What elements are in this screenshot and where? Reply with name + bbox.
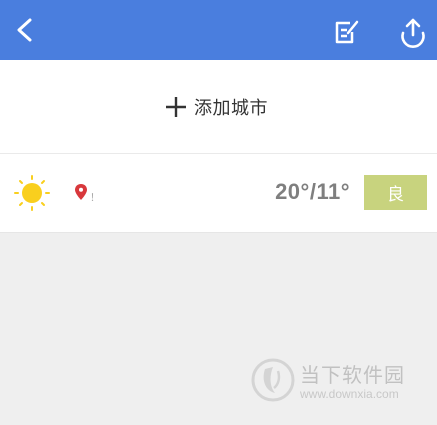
watermark-url: www.downxia.com (300, 387, 399, 401)
back-chevron-icon[interactable] (10, 14, 40, 46)
city-weather-card[interactable]: ！ 20°/11° 良 (0, 154, 437, 233)
share-upload-icon[interactable] (396, 15, 430, 49)
plus-icon (166, 97, 186, 117)
watermark-title: 当下软件园 (300, 363, 405, 387)
location-pin-icon (75, 184, 87, 200)
top-app-bar (0, 0, 437, 60)
add-city-content: 添加城市 (164, 94, 268, 120)
air-quality-badge: 良 (364, 175, 427, 210)
watermark: 当下软件园 www.downxia.com (250, 357, 430, 407)
add-city-button[interactable]: 添加城市 (0, 60, 437, 154)
watermark-logo-icon (251, 358, 295, 402)
sun-icon (14, 175, 50, 211)
add-city-label: 添加城市 (194, 98, 268, 119)
temperature-range: 20°/11° (275, 179, 350, 204)
city-name: ！ (90, 193, 100, 204)
edit-icon[interactable] (330, 17, 360, 47)
